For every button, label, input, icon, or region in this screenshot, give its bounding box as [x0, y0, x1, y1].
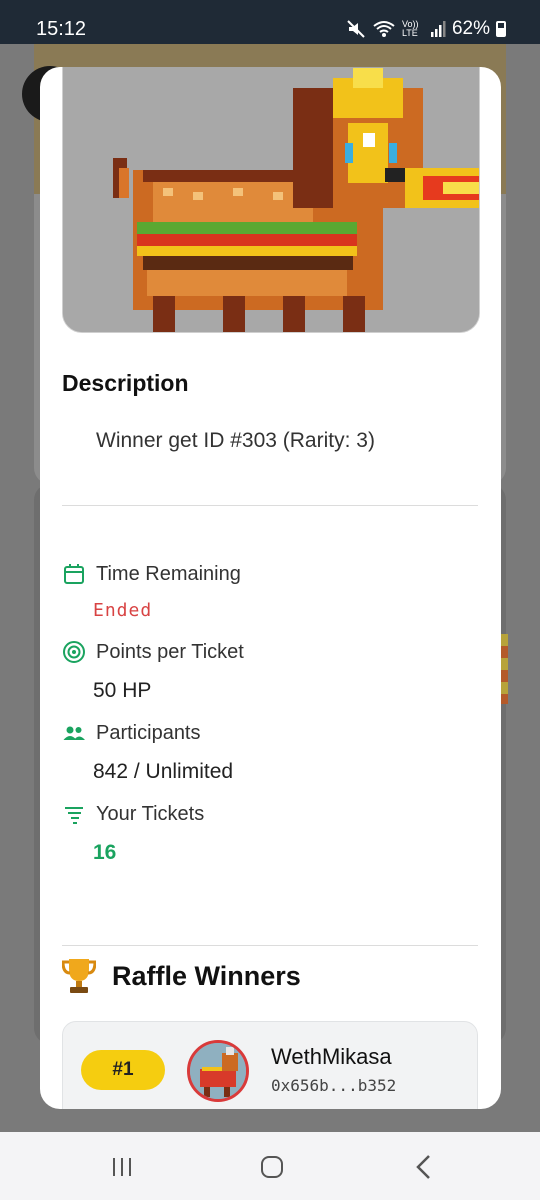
trophy-icon [62, 959, 96, 993]
winner-address: 0x656b...b352 [271, 1076, 397, 1095]
background-image-fragment [500, 634, 508, 704]
system-nav-bar [0, 1132, 540, 1200]
list-icon [65, 807, 83, 824]
status-time: 15:12 [36, 18, 87, 40]
time-remaining-value: Ended [93, 600, 153, 621]
status-icons: Vo)) LTE 62% [346, 18, 506, 40]
target-icon [63, 641, 85, 663]
participants-row: Participants [62, 721, 201, 745]
your-tickets-label: Your Tickets [96, 802, 205, 825]
winner-card[interactable]: #1 WethMikasa 0x656b...b352 [62, 1021, 478, 1109]
time-remaining-label: Time Remaining [96, 562, 241, 585]
points-per-ticket-row: Points per Ticket [62, 640, 244, 664]
signal-icon [430, 21, 446, 37]
participants-label: Participants [96, 721, 201, 744]
home-icon[interactable] [252, 1152, 292, 1182]
description-text: Winner get ID #303 (Rarity: 3) [96, 429, 375, 452]
raffle-winners-header: Raffle Winners [62, 957, 301, 995]
people-icon [63, 726, 85, 740]
raffle-winners-title: Raffle Winners [112, 960, 301, 991]
battery-percent: 62% [451, 18, 490, 39]
winner-name: WethMikasa [271, 1044, 392, 1069]
divider [62, 945, 478, 946]
recent-apps-icon[interactable] [102, 1152, 142, 1182]
description-title: Description [62, 370, 189, 396]
time-remaining-row: Time Remaining [62, 562, 241, 586]
points-per-ticket-label: Points per Ticket [96, 640, 244, 663]
raffle-details-modal: Description Winner get ID #303 (Rarity: … [40, 67, 501, 1109]
mute-icon [347, 20, 365, 38]
status-bar: 15:12 Vo)) LTE 62% [0, 0, 540, 44]
rank-badge: #1 [81, 1050, 165, 1090]
your-tickets-row: Your Tickets [62, 802, 204, 826]
wifi-icon [373, 21, 395, 37]
calendar-icon [64, 564, 84, 584]
back-icon[interactable] [404, 1152, 444, 1182]
your-tickets-value: 16 [93, 841, 117, 864]
nft-image [62, 67, 480, 333]
divider [62, 505, 478, 506]
points-per-ticket-value: 50 HP [93, 679, 152, 702]
volte-icon: Vo)) LTE [401, 19, 419, 38]
avatar [187, 1040, 249, 1102]
battery-icon [496, 21, 506, 37]
participants-value: 842 / Unlimited [93, 760, 234, 783]
